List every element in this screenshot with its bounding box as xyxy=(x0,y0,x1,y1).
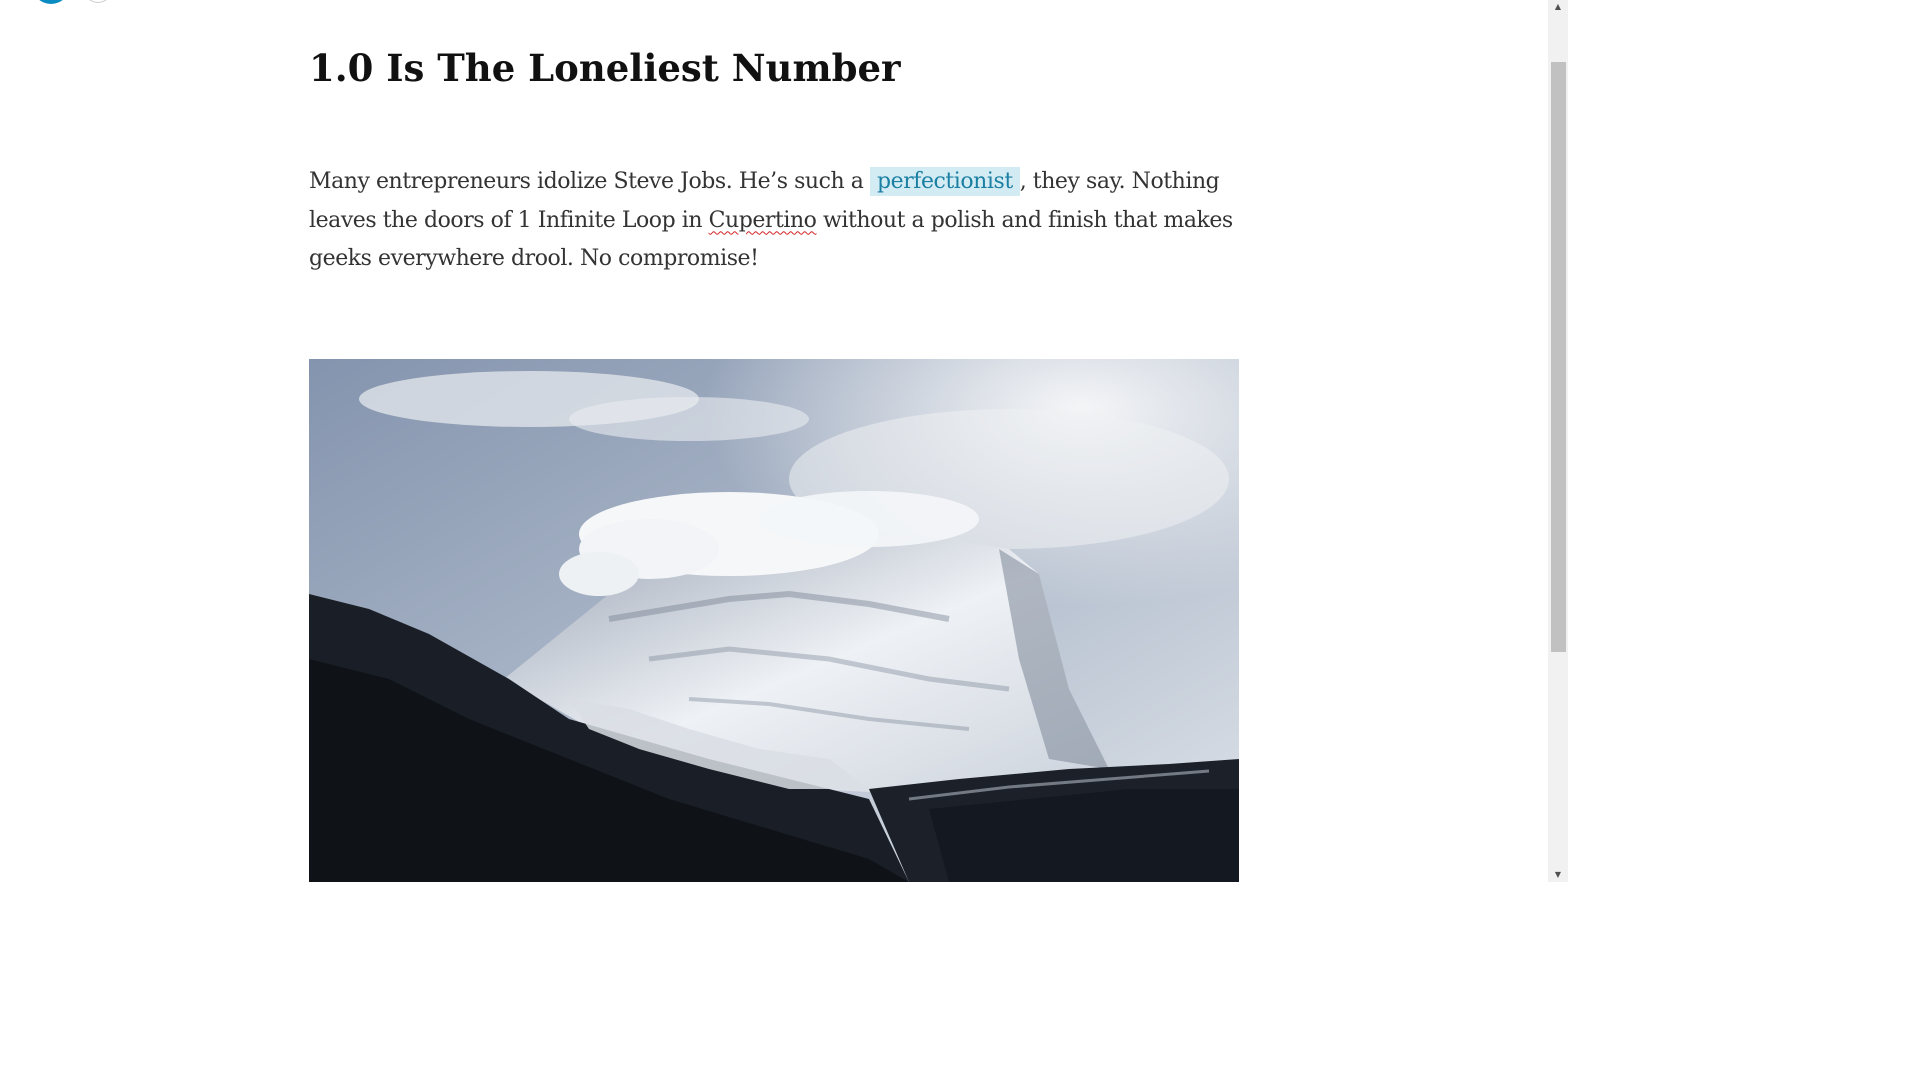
scrollbar-thumb[interactable] xyxy=(1551,62,1566,652)
paragraph-text-1: Many entrepreneurs idolize Steve Jobs. H… xyxy=(309,169,870,194)
misspelled-word[interactable]: Cupertino xyxy=(709,208,817,233)
arrow-up-icon[interactable]: ▲ xyxy=(1548,0,1568,14)
circle-badge-icon[interactable] xyxy=(32,0,70,4)
vertical-scrollbar[interactable]: ▲ ▼ xyxy=(1548,0,1568,882)
perfectionist-link[interactable]: perfectionist xyxy=(870,167,1020,196)
circle-outline-icon[interactable] xyxy=(84,0,112,3)
arrow-down-icon[interactable]: ▼ xyxy=(1548,868,1568,882)
article-image xyxy=(309,359,1239,882)
mountain-image xyxy=(309,359,1239,882)
article-paragraph: Many entrepreneurs idolize Steve Jobs. H… xyxy=(309,163,1239,279)
page-title: 1.0 Is The Loneliest Number xyxy=(309,46,901,90)
